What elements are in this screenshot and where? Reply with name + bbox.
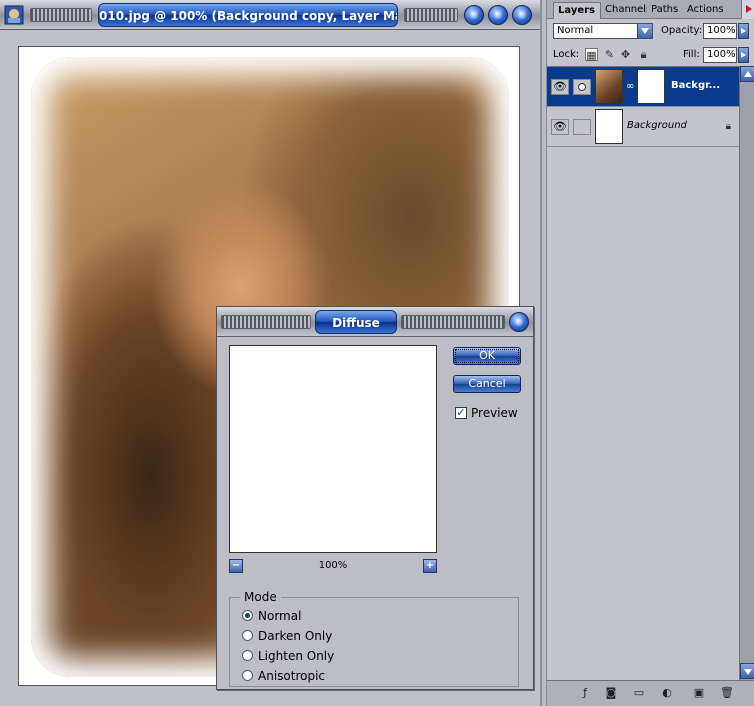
chain-link-icon[interactable]: ∞	[626, 81, 634, 92]
layers-palette: Layers Channels Paths Actions Normal Opa…	[546, 0, 754, 706]
palette-bottom-bar: ƒ ◙ ▭ ◐ ▣ 🗑︎	[547, 680, 754, 706]
fill-label: Fill:	[683, 49, 700, 60]
cancel-button[interactable]: Cancel	[453, 375, 521, 393]
maximize-icon[interactable]	[488, 5, 508, 25]
photoshop-icon	[4, 5, 24, 25]
lock-transparency-icon[interactable]: ▦	[585, 48, 598, 62]
titlebar-grip-left	[221, 315, 311, 329]
adjustment-layer-icon[interactable]: ◐	[659, 686, 675, 700]
layer-row-background-copy[interactable]: 👁︎ ∞ Backgr...	[547, 67, 739, 107]
lock-all-icon[interactable]: 🔒︎	[637, 48, 650, 61]
layer-row-background[interactable]: 👁︎ Background 🔒︎	[547, 107, 739, 147]
layer-mask-edit-icon[interactable]	[573, 79, 591, 95]
fill-slider-button[interactable]	[738, 47, 749, 63]
mode-radio-normal[interactable]	[242, 610, 253, 621]
tab-paths[interactable]: Paths	[647, 2, 683, 19]
dialog-title: Diffuse	[315, 310, 397, 334]
zoom-out-icon[interactable]: −	[229, 559, 243, 573]
blend-mode-value: Normal	[557, 25, 594, 36]
layer-name[interactable]: Backgr...	[671, 79, 720, 93]
layer-thumbnail	[595, 109, 623, 144]
close-icon[interactable]	[512, 5, 532, 25]
mode-radio-darken-only[interactable]	[242, 630, 253, 641]
opacity-label: Opacity:	[661, 25, 703, 36]
new-layer-icon[interactable]: ▣	[691, 686, 707, 700]
filter-preview[interactable]	[229, 345, 437, 553]
close-icon[interactable]	[509, 312, 529, 332]
tab-actions[interactable]: Actions	[683, 2, 727, 19]
eye-icon[interactable]: 👁︎	[551, 79, 569, 95]
lock-label: Lock:	[553, 49, 580, 60]
dialog-titlebar[interactable]: Diffuse	[217, 307, 533, 337]
mode-radio-anisotropic[interactable]	[242, 670, 253, 681]
titlebar-grip-right	[401, 315, 505, 329]
add-mask-icon[interactable]: ◙	[603, 686, 619, 700]
mode-label-lighten-only[interactable]: Lighten Only	[258, 649, 334, 663]
eye-icon[interactable]: 👁︎	[551, 119, 569, 135]
chevron-down-icon	[637, 24, 652, 38]
opacity-slider-button[interactable]	[738, 23, 749, 39]
mode-group-title: Mode	[240, 590, 281, 604]
mode-group: Mode Normal Darken Only Lighten Only Ani…	[229, 590, 519, 687]
layer-list: 👁︎ ∞ Backgr... 👁︎ Background 🔒︎	[547, 66, 739, 680]
mode-radio-lighten-only[interactable]	[242, 650, 253, 661]
layer-style-icon[interactable]: ƒ	[577, 686, 593, 700]
trash-icon[interactable]: 🗑︎	[719, 686, 735, 700]
zoom-in-icon[interactable]: +	[423, 559, 437, 573]
lock-image-icon[interactable]: ✎	[603, 48, 616, 61]
document-titlebar[interactable]: 010.jpg @ 100% (Background copy, Layer M…	[0, 0, 540, 30]
layer-list-scrollbar[interactable]	[739, 66, 754, 680]
titlebar-grip-right	[404, 8, 458, 22]
preview-zoom: 100%	[318, 560, 348, 571]
tab-layers[interactable]: Layers	[553, 2, 601, 19]
palette-menu-icon[interactable]	[741, 0, 754, 19]
scroll-down-icon[interactable]	[740, 663, 754, 679]
new-set-icon[interactable]: ▭	[631, 686, 647, 700]
lock-icon: 🔒︎	[725, 121, 731, 132]
lock-position-icon[interactable]: ✥	[619, 48, 632, 61]
document-title: 010.jpg @ 100% (Background copy, Layer M…	[98, 3, 398, 27]
layer-mask-thumbnail[interactable]	[637, 69, 665, 104]
link-toggle-icon[interactable]	[573, 119, 591, 135]
diffuse-dialog: Diffuse − 100% + OK Cancel ✓ Preview Mod…	[216, 306, 534, 690]
blend-mode-select[interactable]: Normal	[553, 23, 653, 39]
titlebar-grip-left	[30, 8, 92, 22]
preview-checkbox[interactable]: ✓	[455, 407, 467, 419]
preview-label[interactable]: Preview	[471, 406, 518, 420]
fill-field[interactable]: 100%	[703, 47, 737, 63]
mode-label-darken-only[interactable]: Darken Only	[258, 629, 332, 643]
minimize-icon[interactable]	[464, 5, 484, 25]
mode-label-anisotropic[interactable]: Anisotropic	[258, 669, 325, 683]
scroll-up-icon[interactable]	[740, 66, 754, 82]
palette-tabs: Layers Channels Paths Actions	[547, 0, 754, 19]
opacity-field[interactable]: 100%	[703, 23, 737, 39]
tab-channels[interactable]: Channels	[601, 2, 647, 19]
layer-thumbnail	[595, 69, 623, 104]
mode-label-normal[interactable]: Normal	[258, 609, 301, 623]
layer-name[interactable]: Background	[627, 119, 687, 133]
ok-button[interactable]: OK	[453, 347, 521, 365]
